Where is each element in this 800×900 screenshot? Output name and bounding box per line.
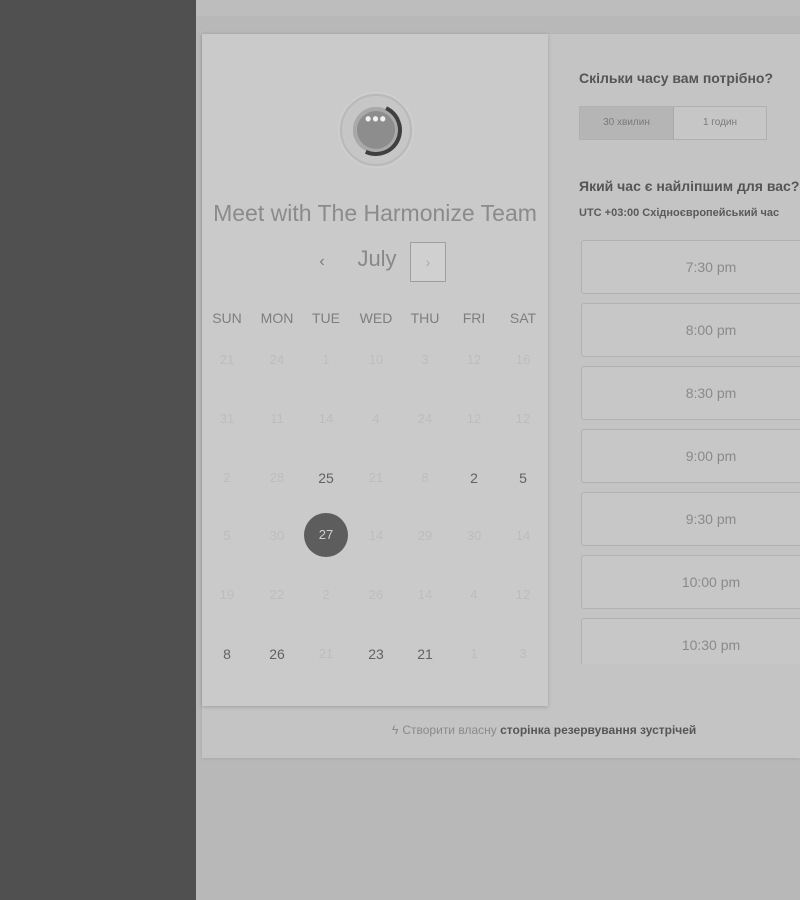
calendar-day: 12 — [515, 411, 531, 426]
avatar: ••• — [338, 92, 414, 168]
weekday-6: SAT — [509, 310, 537, 326]
calendar-day: 10 — [368, 352, 384, 367]
time-slot-label: 7:30 pm — [685, 259, 737, 275]
footer: ϟ Створити власну сторінка резервування з… — [202, 706, 800, 758]
weekday-4: THU — [410, 310, 440, 326]
calendar-day: 3 — [421, 352, 429, 367]
footer-link-text[interactable]: сторінка резервування зустрічей — [500, 723, 696, 737]
calendar-day: 24 — [417, 411, 433, 426]
calendar-day: 21 — [219, 352, 235, 367]
time-slot[interactable]: 7:30 pm — [581, 240, 800, 294]
avatar-inner — [353, 107, 399, 153]
calendar-day[interactable]: 21 — [403, 646, 447, 662]
calendar-day: 11 — [270, 411, 284, 426]
calendar-day: 2 — [223, 470, 231, 485]
prev-month-button[interactable]: ‹ — [310, 248, 334, 276]
calendar-day: 24 — [269, 352, 285, 367]
footer-prefix: Створити власну — [402, 723, 497, 737]
time-slot[interactable]: 10:30 pm — [581, 618, 800, 664]
calendar-day: 22 — [269, 587, 285, 602]
calendar-day[interactable]: 5 — [501, 470, 545, 486]
calendar-day: 14 — [318, 411, 334, 426]
weekday-3: WED — [359, 310, 393, 326]
time-slot[interactable]: 9:30 pm — [581, 492, 800, 546]
duration-toggle: 30 хвилин 1 годин — [579, 106, 767, 140]
timezone-offset: UTC +03:00 — [579, 207, 640, 219]
duration-question: Скільки часу вам потрібно? — [579, 70, 774, 86]
time-slot-label: 10:30 pm — [681, 637, 741, 653]
page: ••• Meet with The Harmonize Team ‹ July … — [196, 0, 800, 900]
calendar-day: 12 — [466, 352, 482, 367]
calendar-day[interactable]: 26 — [255, 646, 299, 662]
calendar-day: 31 — [219, 411, 235, 426]
weekday-1: MON — [260, 310, 294, 326]
calendar-day: 16 — [515, 352, 531, 367]
calendar-day-selected[interactable]: 27 — [304, 513, 348, 557]
calendar-day: 3 — [519, 646, 527, 661]
time-question: Який час є найліпшим для вас? — [579, 178, 800, 194]
calendar-day: 30 — [269, 528, 285, 543]
calendar-day: 14 — [368, 528, 384, 543]
time-slot-list: 7:30 pm 8:00 pm 8:30 pm 9:00 pm 9:30 pm 10:00… — [581, 240, 800, 664]
calendar-day: 26 — [368, 587, 384, 602]
timezone-name: Східноєвропейський час — [642, 207, 780, 219]
calendar-day: 4 — [470, 587, 478, 602]
month-navigation: ‹ July › — [202, 240, 548, 284]
chat-ellipsis-icon: ••• — [365, 109, 387, 129]
time-slot[interactable]: 8:00 pm — [581, 303, 800, 357]
calendar-panel: ••• Meet with The Harmonize Team ‹ July … — [202, 34, 548, 706]
time-slot[interactable]: 10:00 pm — [581, 555, 800, 609]
weekday-0: SUN — [212, 310, 242, 326]
time-slot-label: 8:30 pm — [685, 385, 737, 401]
calendar-day: 12 — [515, 587, 531, 602]
calendar-day: 19 — [219, 587, 235, 602]
top-strip — [196, 0, 800, 16]
weekday-2: TUE — [312, 310, 340, 326]
booking-card: ••• Meet with The Harmonize Team ‹ July … — [202, 34, 800, 758]
time-slot[interactable]: 8:30 pm — [581, 366, 800, 420]
duration-option-30min[interactable]: 30 хвилин — [580, 107, 674, 139]
calendar-day: 28 — [269, 470, 285, 485]
weekday-5: FRI — [462, 310, 486, 326]
calendar-day: 1 — [322, 352, 330, 367]
calendar-day: 4 — [372, 411, 380, 426]
time-slot-label: 8:00 pm — [685, 322, 737, 338]
calendar-day[interactable]: 25 — [304, 470, 348, 486]
calendar-day[interactable]: 23 — [354, 646, 398, 662]
left-gutter — [0, 0, 196, 900]
duration-option-1hour[interactable]: 1 годин — [674, 107, 766, 139]
calendar-day: 12 — [466, 411, 482, 426]
avatar-arc — [342, 96, 410, 164]
calendar-day[interactable]: 8 — [205, 646, 249, 662]
calendar-day: 8 — [421, 470, 429, 485]
calendar-day: 1 — [470, 646, 478, 661]
calendar-day: 5 — [223, 528, 231, 543]
footer-link[interactable]: ϟ Створити власну сторінка резервування з… — [392, 723, 696, 737]
calendar-day: 21 — [318, 646, 334, 661]
time-slot[interactable]: 9:00 pm — [581, 429, 800, 483]
calendar-day: 21 — [368, 470, 384, 485]
calendar-day: 29 — [417, 528, 433, 543]
calendar-day: 2 — [322, 587, 330, 602]
meeting-title: Meet with The Harmonize Team — [213, 200, 537, 226]
time-panel: Скільки часу вам потрібно? 30 хвилин 1 г… — [548, 34, 800, 706]
sprocket-icon: ϟ — [392, 723, 399, 737]
calendar-day: 30 — [466, 528, 482, 543]
timezone-label[interactable]: UTC +03:00 Східноєвропейський час — [579, 207, 800, 219]
calendar-day: 14 — [417, 587, 433, 602]
month-label: July — [357, 246, 397, 271]
calendar-day[interactable]: 2 — [452, 470, 496, 486]
calendar-day: 14 — [515, 528, 531, 543]
time-slot-label: 10:00 pm — [681, 574, 741, 590]
time-slot-label: 9:00 pm — [685, 448, 737, 464]
time-slot-label: 9:30 pm — [685, 511, 737, 527]
next-month-button[interactable]: › — [410, 242, 446, 282]
